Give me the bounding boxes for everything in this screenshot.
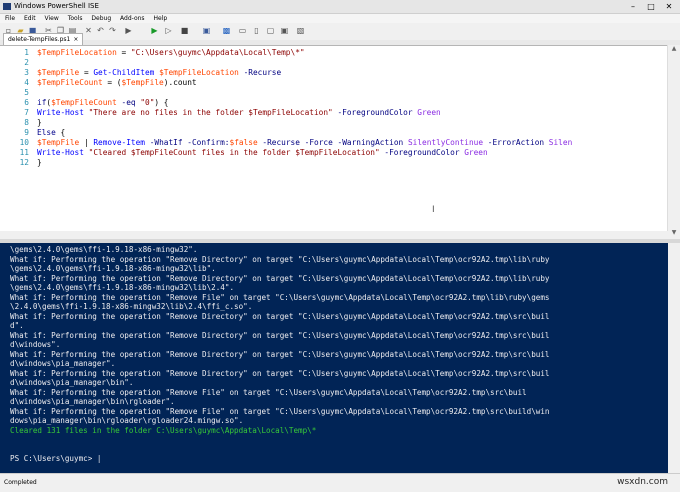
show-script-pane-maximized-icon[interactable]: ▢	[266, 26, 275, 35]
code-line: if($TempFileCount -eq "0") {	[37, 98, 169, 107]
run-selection-icon[interactable]: ▷	[164, 26, 173, 35]
console-prompt[interactable]: PS C:\Users\guymc> |	[10, 454, 101, 463]
tab-label: delete-TempFiles.ps1	[8, 36, 71, 43]
code-line: $TempFile = Get-ChildItem $TempFileLocat…	[37, 68, 282, 77]
close-button[interactable]: ✕	[660, 0, 678, 13]
run-icon[interactable]: ▶	[150, 26, 159, 35]
line-number: 6	[24, 98, 29, 107]
menu-add-ons[interactable]: Add-ons	[120, 15, 145, 22]
script-editor[interactable]: 1 2 3 4 5 6 7 8 9 10 11 12 $TempFileLoca…	[0, 45, 680, 240]
editor-horizontal-scrollbar[interactable]	[0, 231, 668, 239]
line-number: 2	[24, 58, 29, 67]
menu-view[interactable]: View	[45, 15, 59, 22]
console-line: \gems\2.4.0\gems\ffi-1.9.18-x86-mingw32\…	[10, 264, 216, 273]
menu-edit[interactable]: Edit	[24, 15, 36, 22]
minimize-button[interactable]: –	[624, 0, 642, 13]
show-command-window-icon[interactable]: ▣	[280, 26, 289, 35]
line-number: 12	[19, 158, 29, 167]
show-command-addon-icon[interactable]: ▧	[296, 26, 305, 35]
menu-tools[interactable]: Tools	[68, 15, 83, 22]
scroll-down-icon[interactable]: ▼	[668, 229, 680, 239]
powershell-window-icon[interactable]: ▩	[222, 26, 231, 35]
scroll-up-icon[interactable]: ▲	[668, 45, 680, 55]
line-number: 11	[19, 148, 29, 157]
console-line: What if: Performing the operation "Remov…	[10, 406, 550, 416]
stop-icon[interactable]: ■	[180, 26, 189, 35]
menu-debug[interactable]: Debug	[91, 15, 111, 22]
console-line: \gems\2.4.0\gems\ffi-1.9.18-x86-mingw32"…	[10, 245, 198, 254]
line-number: 7	[24, 108, 29, 117]
console-result-line: Cleared 131 files in the folder C:\Users…	[10, 425, 317, 435]
status-bar: Completed	[0, 473, 680, 492]
console-line: dows\pia_manager\bin\rgloader\rgloader24…	[10, 416, 244, 425]
code-line: }	[37, 158, 42, 167]
clear-icon[interactable]: ✕	[84, 26, 93, 35]
editor-vertical-scrollbar[interactable]: ▲ ▼	[667, 45, 680, 239]
watermark-text: wsxdn.com	[617, 477, 668, 487]
menu-help[interactable]: Help	[153, 15, 167, 22]
run-script-disabled-icon[interactable]: ▶	[124, 26, 133, 35]
console-line: d\windows".	[10, 340, 61, 349]
line-number: 10	[19, 138, 29, 147]
console-line: What if: Performing the operation "Remov…	[10, 349, 550, 359]
line-number: 1	[24, 48, 29, 57]
console-line: What if: Performing the operation "Remov…	[10, 273, 550, 283]
maximize-button[interactable]: □	[642, 0, 660, 13]
undo-icon[interactable]: ↶	[96, 26, 105, 35]
line-number: 3	[24, 68, 29, 77]
console-pane[interactable]: \gems\2.4.0\gems\ffi-1.9.18-x86-mingw32"…	[0, 243, 668, 473]
redo-icon[interactable]: ↷	[108, 26, 117, 35]
line-number-gutter: 1 2 3 4 5 6 7 8 9 10 11 12	[0, 46, 35, 240]
code-line: $TempFile | Remove-Item -WhatIf -Confirm…	[37, 138, 573, 147]
console-line: What if: Performing the operation "Remov…	[10, 254, 550, 264]
line-number: 8	[24, 118, 29, 127]
remote-powershell-icon[interactable]: ▣	[202, 26, 211, 35]
code-line: }	[37, 118, 42, 127]
console-line: What if: Performing the operation "Remov…	[10, 387, 527, 397]
menu-file[interactable]: File	[5, 15, 15, 22]
console-line: d\windows\pia_manager\bin".	[10, 378, 134, 387]
console-line: What if: Performing the operation "Remov…	[10, 311, 550, 321]
title-bar: Windows PowerShell ISE – □ ✕	[0, 0, 680, 14]
console-line: d".	[10, 321, 24, 330]
line-number: 5	[24, 88, 29, 97]
console-line: \gems\2.4.0\gems\ffi-1.9.18-x86-mingw32\…	[10, 283, 235, 292]
console-line: \2.4.0\gems\ffi-1.9.18-x86-mingw32\lib\2…	[10, 302, 253, 311]
console-line: d\windows\pia_manager\bin\rgloader".	[10, 397, 175, 406]
line-number: 4	[24, 78, 29, 87]
menu-bar: File Edit View Tools Debug Add-ons Help	[0, 14, 680, 23]
console-line: What if: Performing the operation "Remov…	[10, 368, 550, 378]
console-vertical-scrollbar[interactable]	[668, 243, 680, 473]
console-line: d\windows\pia_manager".	[10, 359, 116, 368]
console-line: What if: Performing the operation "Remov…	[10, 292, 550, 302]
show-script-pane-right-icon[interactable]: ▯	[252, 26, 261, 35]
window-title: Windows PowerShell ISE	[14, 2, 99, 10]
toolbar: ▫ ▰ ■ ✂ ❐ ▤ ✕ ↶ ↷ ▶ ▶ ▷ ■ ▣ ▩ ▭ ▯ ▢ ▣ ▧	[0, 23, 680, 41]
console-line: What if: Performing the operation "Remov…	[10, 330, 550, 340]
show-script-pane-top-icon[interactable]: ▭	[238, 26, 247, 35]
line-number: 9	[24, 128, 29, 137]
code-line: $TempFileLocation = "C:\Users\guymc\Appd…	[37, 48, 305, 57]
code-line: Write-Host "There are no files in the fo…	[37, 108, 441, 117]
tab-close-icon[interactable]: ×	[73, 36, 78, 43]
code-line: Else {	[37, 128, 66, 137]
window-controls: – □ ✕	[624, 0, 678, 13]
code-line: Write-Host "Cleared $TempFileCount files…	[37, 148, 488, 157]
powershell-icon	[3, 3, 11, 10]
text-cursor-icon: I	[432, 205, 435, 215]
status-text: Completed	[4, 479, 37, 486]
code-line: $TempFileCount = ($TempFile).count	[37, 78, 197, 87]
